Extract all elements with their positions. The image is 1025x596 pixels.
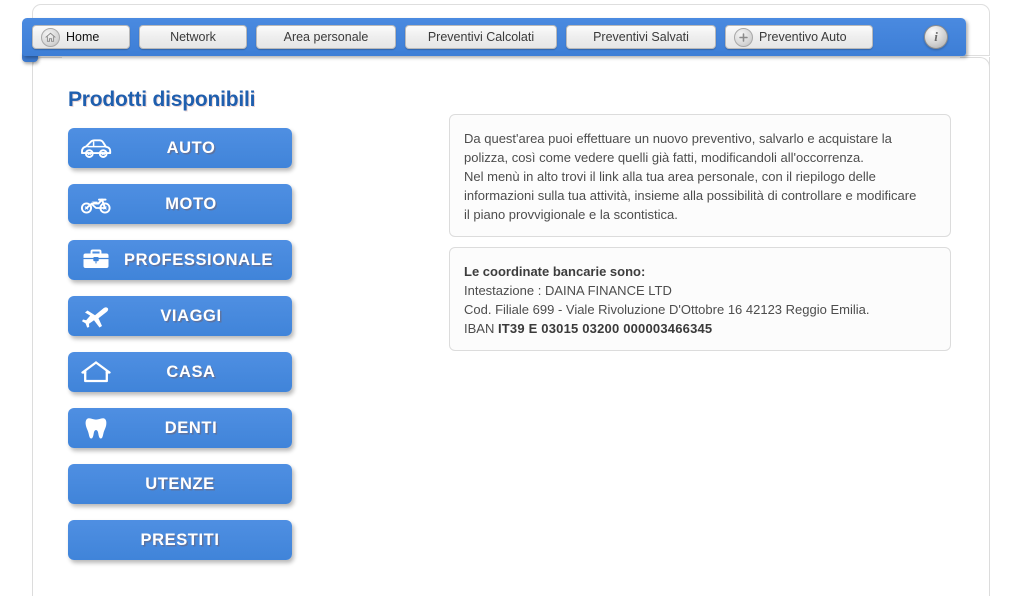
product-button-casa[interactable]: CASA — [68, 352, 292, 392]
nav-tab-preventivi-calcolati-label: Preventivi Calcolati — [427, 30, 535, 44]
bank-iban-value: IT39 E 03015 03200 000003466345 — [497, 321, 713, 336]
product-button-auto-label: AUTO — [166, 138, 216, 157]
product-button-casa-label: CASA — [166, 362, 216, 381]
product-button-moto[interactable]: MOTO — [68, 184, 292, 224]
intro-line-4: informazioni sulla tua attività, insieme… — [464, 188, 917, 203]
car-icon — [68, 137, 124, 159]
product-button-denti-label: DENTI — [164, 418, 218, 437]
briefcase-icon — [68, 248, 124, 272]
product-button-utenze-label: UTENZE — [145, 474, 215, 493]
airplane-icon — [68, 304, 124, 328]
nav-tab-preventivo-auto-label: Preventivo Auto — [759, 30, 847, 44]
info-icon[interactable]: i — [924, 25, 948, 49]
page-title: Prodotti disponibili — [68, 88, 256, 111]
bank-iban-row: IBAN IT39 E 03015 03200 000003466345 — [464, 319, 936, 338]
nav-tab-home[interactable]: Home — [32, 25, 130, 49]
product-button-utenze[interactable]: UTENZE — [68, 464, 292, 504]
panel-corner-topright — [960, 57, 990, 87]
bank-details-title: Le coordinate bancarie sono: — [464, 264, 646, 279]
nav-tab-home-label: Home — [66, 30, 100, 44]
products-column: Prodotti disponibili AUTO MOTO PROFESSIO… — [68, 88, 298, 576]
panel-corner-topleft — [32, 57, 62, 87]
intro-line-1: Da quest'area puoi effettuare un nuovo p… — [464, 131, 892, 146]
product-button-moto-label: MOTO — [165, 194, 217, 213]
product-button-prestiti[interactable]: PRESTITI — [68, 520, 292, 560]
product-button-professionale-label: PROFESSIONALE — [124, 250, 273, 269]
product-button-denti[interactable]: DENTI — [68, 408, 292, 448]
nav-tab-preventivi-calcolati[interactable]: Preventivi Calcolati — [405, 25, 557, 49]
product-button-viaggi[interactable]: VIAGGI — [68, 296, 292, 336]
product-button-prestiti-label: PRESTITI — [140, 530, 220, 549]
house-icon — [68, 360, 124, 384]
tooth-icon — [68, 415, 124, 441]
intro-line-3: Nel menù in alto trovi il link alla tua … — [464, 169, 876, 184]
bank-branch-address: Cod. Filiale 699 - Viale Rivoluzione D'O… — [464, 302, 870, 317]
home-icon — [41, 27, 60, 47]
intro-info-box: Da quest'area puoi effettuare un nuovo p… — [449, 114, 951, 237]
bank-iban-label: IBAN — [464, 321, 495, 336]
nav-tab-preventivi-salvati[interactable]: Preventivi Salvati — [566, 25, 716, 49]
nav-tab-area-personale-label: Area personale — [283, 30, 369, 44]
intro-line-2: polizza, così come vedere quelli già fat… — [464, 150, 864, 165]
product-button-professionale[interactable]: PROFESSIONALE — [68, 240, 292, 280]
product-button-viaggi-label: VIAGGI — [160, 306, 222, 325]
nav-tab-preventivo-auto[interactable]: Preventivo Auto — [725, 25, 873, 49]
plus-circle-icon — [734, 27, 753, 47]
main-navigation-bar: Home Network Area personale Preventivi C… — [22, 18, 966, 56]
bank-account-holder: Intestazione : DAINA FINANCE LTD — [464, 283, 672, 298]
bank-details-box: Le coordinate bancarie sono: Intestazion… — [449, 247, 951, 351]
app-root: Home Network Area personale Preventivi C… — [0, 0, 1025, 596]
intro-line-5: il piano provvigionale e la scontistica. — [464, 207, 678, 222]
motorcycle-icon — [68, 193, 124, 215]
product-button-auto[interactable]: AUTO — [68, 128, 292, 168]
nav-tab-preventivi-salvati-label: Preventivi Salvati — [593, 30, 689, 44]
nav-tab-area-personale[interactable]: Area personale — [256, 25, 396, 49]
nav-tab-network-label: Network — [170, 30, 216, 44]
nav-tab-network[interactable]: Network — [139, 25, 247, 49]
